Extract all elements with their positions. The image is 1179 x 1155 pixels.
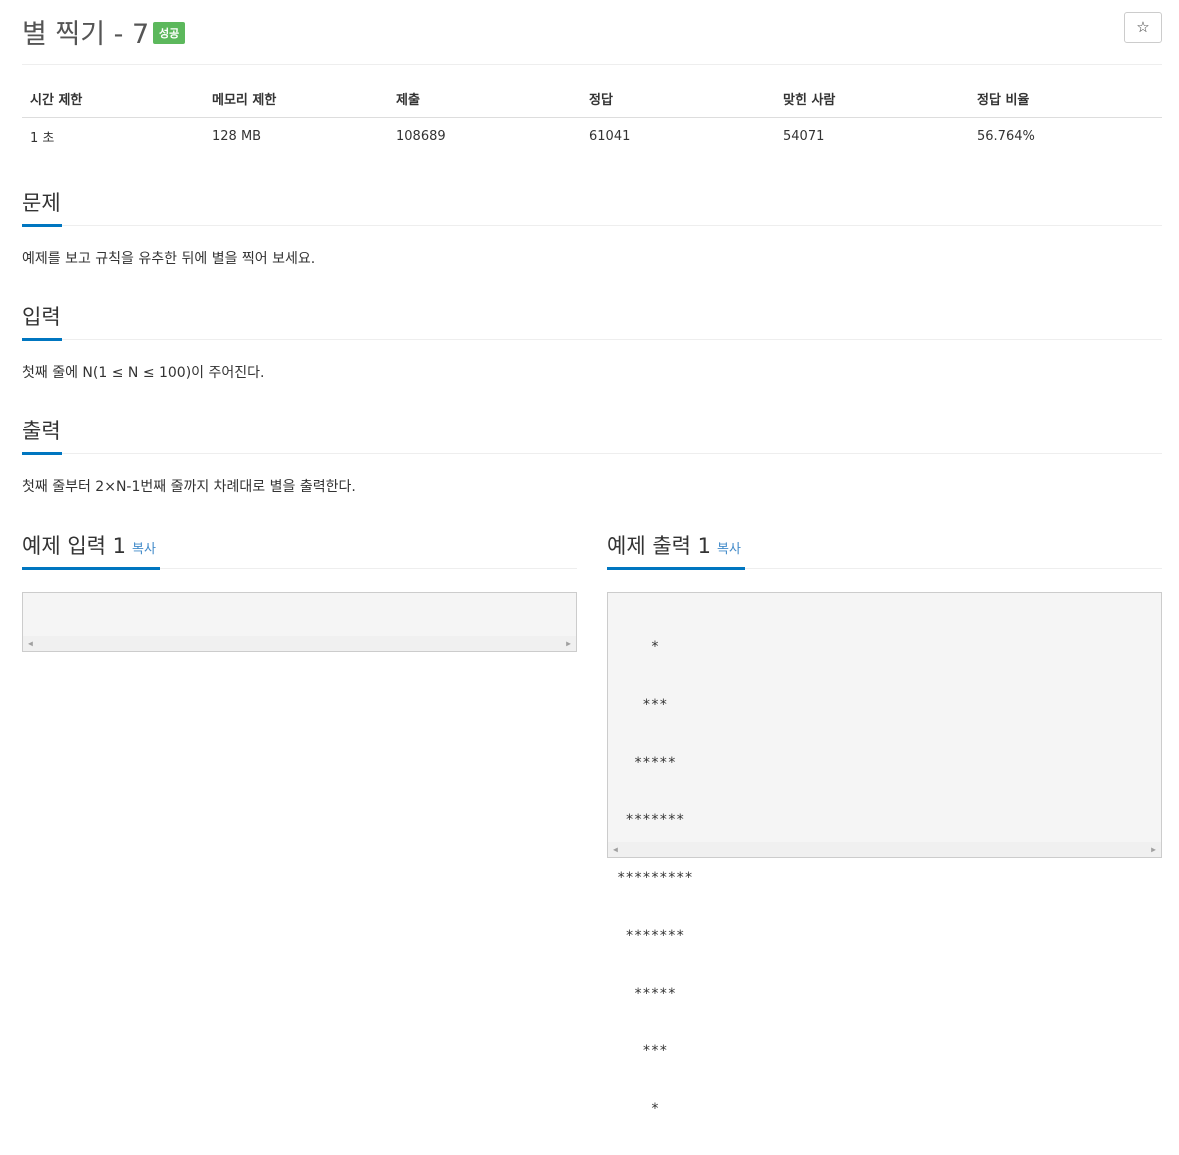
header-accepted: 정답 — [581, 88, 775, 118]
problem-description: 예제를 보고 규칙을 유추한 뒤에 별을 찍어 보세요. — [22, 251, 316, 267]
sample-output-line: ******* — [617, 927, 685, 944]
accepted-value: 61041 — [589, 129, 631, 144]
submissions-value: 108689 — [396, 129, 446, 144]
section-header: 문제 — [22, 187, 1162, 227]
sample-output-line: *** — [617, 1043, 668, 1060]
header-submissions: 제출 — [388, 88, 581, 118]
sample-output-section: 예제 출력 1 복사 — [607, 530, 1162, 570]
section-underline — [22, 338, 62, 341]
section-header: 예제 입력 1 복사 — [22, 530, 577, 570]
input-description: 첫째 줄에 N(1 ≤ N ≤ 100)이 주어진다. — [22, 365, 265, 381]
sample-output-line: * — [617, 1101, 660, 1117]
section-underline — [22, 452, 62, 455]
problem-section: 문제 예제를 보고 규칙을 유추한 뒤에 별을 찍어 보세요. — [22, 187, 1162, 268]
header-solved-users: 맞힌 사람 — [775, 88, 969, 118]
section-underline — [22, 567, 160, 570]
left-arrow-icon[interactable]: ◀ — [613, 842, 618, 857]
sample-output-line: * — [617, 639, 660, 655]
section-header: 입력 — [22, 301, 1162, 341]
section-title: 문제 — [22, 191, 61, 215]
header-time-limit: 시간 제한 — [22, 88, 204, 118]
divider — [22, 64, 1162, 65]
section-header: 예제 출력 1 복사 — [607, 530, 1162, 570]
sample-output-line: ***** — [617, 985, 677, 1002]
status-badge: 성공 — [153, 22, 186, 44]
horizontal-scrollbar[interactable]: ◀ ▶ — [608, 842, 1161, 857]
output-description: 첫째 줄부터 2×N-1번째 줄까지 차례대로 별을 출력한다. — [22, 479, 356, 495]
left-arrow-icon[interactable]: ◀ — [28, 636, 33, 651]
title-row: 별 찍기 - 7 성공 ☆ — [22, 10, 1162, 50]
sample-input-box[interactable]: 5 ◀ ▶ — [22, 592, 577, 655]
problem-info-table: 시간 제한 메모리 제한 제출 정답 맞힌 사람 정답 비율 1 초 128 M… — [22, 88, 1162, 155]
right-arrow-icon[interactable]: ▶ — [566, 636, 571, 651]
section-title: 입력 — [22, 305, 61, 329]
sample-output-heading: 예제 출력 1 — [607, 534, 711, 558]
time-limit-value: 1 초 — [30, 131, 55, 146]
sample-output-line: ******* — [617, 812, 685, 829]
section-header: 출력 — [22, 415, 1162, 455]
header-memory-limit: 메모리 제한 — [204, 88, 388, 118]
copy-input-button[interactable]: 복사 — [132, 542, 156, 557]
sample-input-section: 예제 입력 1 복사 — [22, 530, 577, 570]
sample-output-line: ********* — [617, 870, 693, 886]
input-section: 입력 첫째 줄에 N(1 ≤ N ≤ 100)이 주어진다. — [22, 301, 1162, 382]
problem-title: 별 찍기 - 7 — [22, 19, 150, 50]
sample-output-line: ***** — [617, 754, 677, 771]
info-value-row: 1 초 128 MB 108689 61041 54071 56.764% — [22, 118, 1162, 156]
section-title: 예제 입력 1 복사 — [22, 530, 156, 560]
memory-limit-value: 128 MB — [212, 129, 262, 144]
header-accuracy: 정답 비율 — [969, 88, 1162, 118]
section-title: 예제 출력 1 복사 — [607, 530, 741, 560]
solved-users-value: 54071 — [783, 129, 825, 144]
copy-output-button[interactable]: 복사 — [717, 542, 741, 557]
favorite-button[interactable]: ☆ — [1124, 12, 1162, 43]
section-underline — [22, 224, 62, 227]
accuracy-value: 56.764% — [977, 129, 1035, 144]
sample-output-line: *** — [617, 696, 668, 713]
info-header-row: 시간 제한 메모리 제한 제출 정답 맞힌 사람 정답 비율 — [22, 88, 1162, 118]
section-title: 출력 — [22, 419, 61, 443]
sample-output-box[interactable]: * *** ***** ******* ********* ******* **… — [607, 592, 1162, 1117]
section-underline — [607, 567, 745, 570]
output-section: 출력 첫째 줄부터 2×N-1번째 줄까지 차례대로 별을 출력한다. — [22, 415, 1162, 496]
right-arrow-icon[interactable]: ▶ — [1151, 842, 1156, 857]
horizontal-scrollbar[interactable]: ◀ ▶ — [23, 636, 576, 651]
sample-output-content: * *** ***** ******* ********* ******* **… — [608, 593, 1161, 1155]
star-icon: ☆ — [1136, 18, 1150, 36]
sample-input-heading: 예제 입력 1 — [22, 534, 126, 558]
